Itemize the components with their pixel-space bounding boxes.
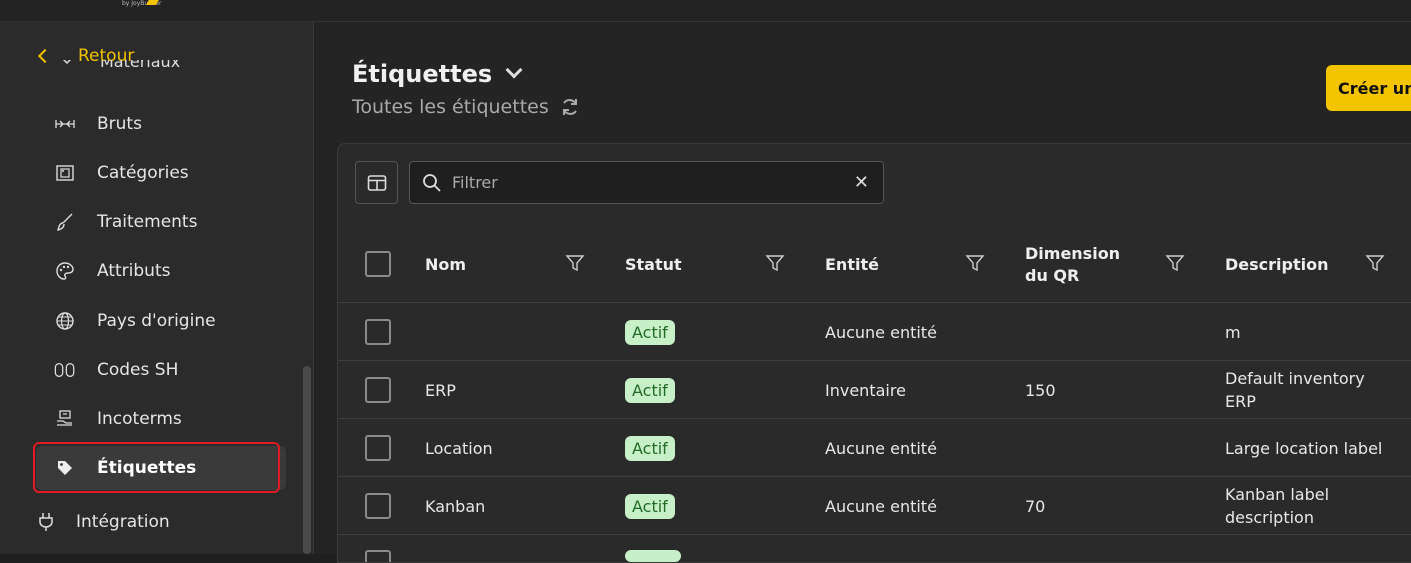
table-row[interactable]: ERP Actif Inventaire 150 Default invento…	[338, 362, 1411, 419]
main-content: Étiquettes Toutes les étiquettes Créer u…	[315, 22, 1411, 563]
filter-funnel-icon[interactable]	[765, 253, 785, 273]
status-badge: Actif	[625, 377, 675, 403]
sidebar-item-codes-sh[interactable]: Codes SH	[36, 348, 286, 392]
clear-icon[interactable]: ✕	[854, 172, 869, 193]
table-row[interactable]: Actif Aucune entité m	[338, 304, 1411, 361]
columns-icon	[367, 174, 386, 191]
brush-icon	[54, 211, 76, 233]
incoterm-icon	[54, 408, 76, 430]
codes-icon	[54, 359, 76, 381]
column-header-dimension[interactable]: Dimension du QR	[1025, 226, 1145, 303]
sidebar-item-label: Intégration	[76, 512, 170, 532]
row-checkbox[interactable]	[365, 435, 391, 461]
sidebar-item-pays-origine[interactable]: Pays d'origine	[36, 299, 286, 343]
cell-description: Kanban label description	[1225, 485, 1330, 527]
sidebar-item-label: Incoterms	[97, 409, 182, 429]
sidebar-item-bruts[interactable]: Bruts	[36, 102, 286, 146]
filter-funnel-icon[interactable]	[1365, 253, 1385, 273]
top-bar: by JoyBuilder	[0, 0, 1411, 22]
cell-entite: Aucune entité	[825, 438, 937, 458]
create-button[interactable]: Créer une	[1326, 65, 1411, 111]
column-header-nom[interactable]: Nom	[425, 226, 466, 303]
sidebar-item-label: Pays d'origine	[97, 311, 216, 331]
sidebar-item-categories[interactable]: Catégories	[36, 151, 286, 195]
cell-entite: Aucune entité	[825, 496, 937, 516]
column-header-statut[interactable]: Statut	[625, 226, 682, 303]
filter-funnel-icon[interactable]	[1165, 253, 1185, 273]
status-badge: Actif	[625, 435, 675, 461]
status-badge	[625, 550, 681, 562]
page-title: Étiquettes	[352, 60, 493, 88]
refresh-icon[interactable]	[559, 96, 581, 118]
sidebar: Retour Matériaux Bruts Catégories Traite…	[0, 22, 314, 554]
filter-funnel-icon[interactable]	[565, 253, 585, 273]
sidebar-item-traitements[interactable]: Traitements	[36, 200, 286, 244]
cell-nom: ERP	[425, 380, 456, 400]
cell-dimension: 70	[1025, 496, 1046, 516]
row-checkbox[interactable]	[365, 493, 391, 519]
cell-description: m	[1225, 322, 1241, 342]
columns-toggle-button[interactable]	[355, 161, 398, 204]
page-subtitle-row: Toutes les étiquettes	[352, 96, 581, 118]
category-frame-icon	[54, 162, 76, 184]
sidebar-item-label: Bruts	[97, 114, 142, 134]
cell-nom: Kanban	[425, 496, 486, 516]
table-row[interactable]: Location Actif Aucune entité Large locat…	[338, 420, 1411, 477]
page-title-dropdown[interactable]: Étiquettes	[352, 60, 523, 88]
cell-entite: Aucune entité	[825, 322, 937, 342]
globe-icon	[54, 310, 76, 332]
filter-funnel-icon[interactable]	[965, 253, 985, 273]
page-subtitle: Toutes les étiquettes	[352, 96, 549, 118]
sidebar-item-label: Catégories	[97, 163, 189, 183]
sidebar-item-attributs[interactable]: Attributs	[36, 249, 286, 293]
chevron-down-icon	[63, 60, 71, 64]
column-header-entite[interactable]: Entité	[825, 226, 879, 303]
cell-dimension: 150	[1025, 380, 1056, 400]
sidebar-item-incoterms[interactable]: Incoterms	[36, 397, 286, 441]
sidebar-item-label: Codes SH	[97, 360, 179, 380]
table-row[interactable]: Kanban Actif Aucune entité 70 Kanban lab…	[338, 478, 1411, 535]
palette-icon	[54, 260, 76, 282]
sidebar-item-materiaux[interactable]: Matériaux	[56, 60, 276, 84]
row-checkbox[interactable]	[365, 377, 391, 403]
status-badge: Actif	[625, 319, 675, 345]
table-header: Nom Statut Entité Dimension du QR Descri…	[338, 226, 1411, 303]
filter-field[interactable]: ✕	[409, 161, 884, 204]
table-panel: ✕ Nom Statut Entité Dimension du QR Desc…	[337, 143, 1411, 563]
ruler-horizontal-icon	[54, 113, 76, 135]
row-checkbox[interactable]	[365, 319, 391, 345]
filter-input[interactable]	[452, 173, 842, 192]
chevron-left-icon	[37, 48, 53, 64]
select-all-checkbox[interactable]	[365, 251, 391, 277]
sidebar-item-label: Traitements	[97, 212, 198, 232]
plug-icon	[36, 512, 56, 532]
column-header-description[interactable]: Description	[1225, 226, 1328, 303]
sidebar-item-integration[interactable]: Intégration	[36, 500, 170, 544]
sidebar-scrollbar[interactable]	[303, 366, 311, 554]
cell-entite: Inventaire	[825, 380, 906, 400]
row-checkbox[interactable]	[365, 550, 391, 562]
chevron-down-icon	[505, 61, 523, 79]
cell-nom: Location	[425, 438, 493, 458]
sidebar-item-label: Matériaux	[100, 60, 181, 71]
status-badge: Actif	[625, 493, 675, 519]
sidebar-item-label: Attributs	[97, 261, 171, 281]
cell-description: Large location label	[1225, 438, 1383, 458]
cell-description: Default inventory ERP	[1225, 369, 1365, 411]
table-row[interactable]	[338, 536, 1411, 562]
highlight-outline	[33, 442, 280, 493]
search-icon	[423, 173, 441, 192]
